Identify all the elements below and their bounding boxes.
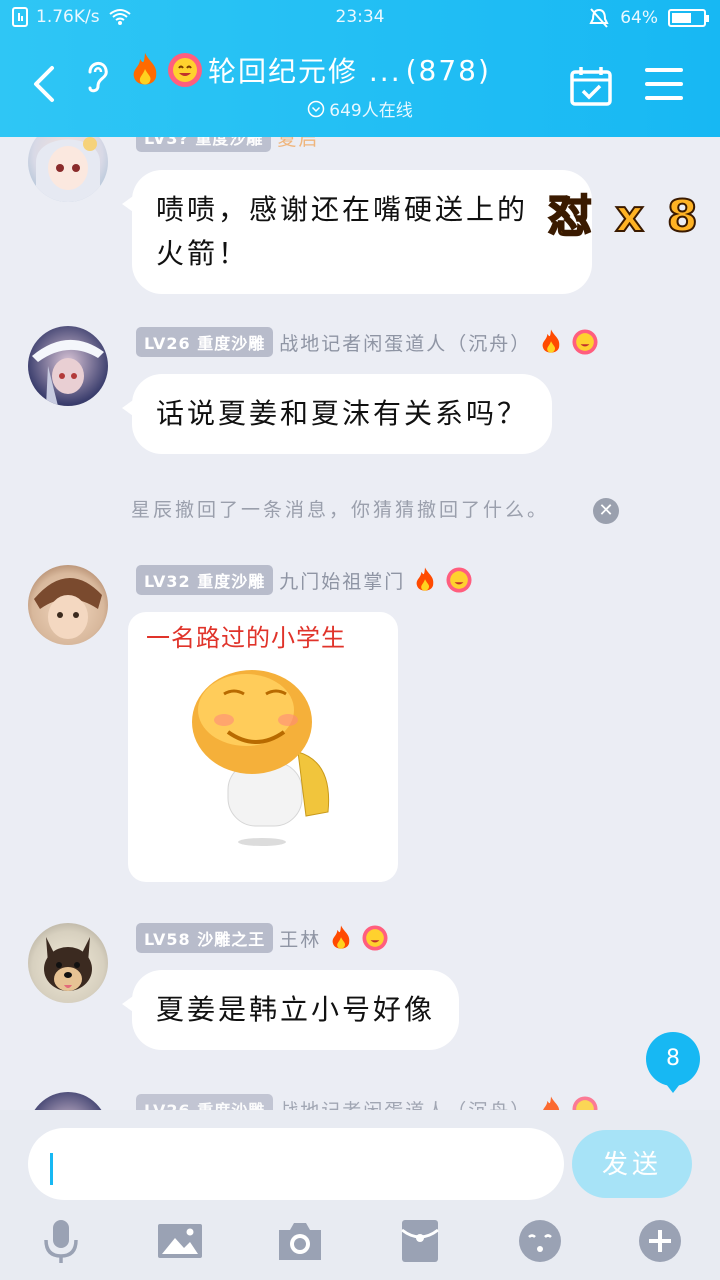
message-bubble[interactable]: 话说夏姜和夏沫有关系吗？ (121, 374, 553, 454)
nav-bar: 轮回纪元修 ... (878) 649人在线 (0, 36, 720, 137)
mic-icon[interactable] (38, 1218, 84, 1264)
unread-count-badge[interactable]: 8 (646, 1032, 700, 1093)
battery-icon (668, 9, 709, 27)
avatar-anime-boy-icon (34, 577, 102, 639)
level-tag: LV58 沙雕之王 (136, 923, 274, 953)
message-text: 夏姜是韩立小号好像 (156, 993, 436, 1026)
message-meta: LV26 重度沙雕 战地记者闲蛋道人（沉舟） (136, 327, 599, 357)
level-tag: LV32 重度沙雕 (136, 565, 274, 595)
camera-icon[interactable] (277, 1218, 323, 1264)
chevron-circle-icon (308, 100, 325, 117)
avatar[interactable] (28, 326, 108, 406)
ear-icon[interactable] (82, 56, 112, 96)
battery-fill (672, 13, 691, 23)
message-bubble[interactable]: 夏姜是韩立小号好像 (121, 970, 460, 1050)
red-packet-icon[interactable] (397, 1218, 443, 1264)
online-status: 649人在线 (0, 96, 720, 121)
fire-icon (133, 53, 157, 85)
message-text: 话说夏姜和夏沫有关系吗？ (156, 397, 529, 430)
status-right: 64% (588, 7, 709, 29)
close-icon[interactable]: ✕ (593, 498, 619, 524)
member-count: (878) (405, 53, 491, 87)
bell-muted-icon (589, 8, 609, 28)
menu-icon[interactable] (645, 68, 683, 102)
plus-icon[interactable] (637, 1218, 683, 1264)
nickname[interactable]: 王林 (279, 925, 321, 952)
message-bubble[interactable]: 啧啧，感谢还在嘴硬送上的 火箭！ (122, 170, 592, 294)
message-meta: LV32 重度沙雕 九门始祖掌门 (136, 565, 473, 595)
smile-flower-icon (362, 925, 388, 951)
avatar[interactable] (28, 923, 108, 1003)
message-text-line: 啧啧，感谢还在嘴硬送上的 (156, 193, 529, 226)
battery-percent: 64% (620, 8, 658, 28)
composer-toolbar (0, 1218, 720, 1268)
combo-badge: 怼 x 8 (547, 180, 702, 244)
avatar[interactable] (28, 565, 108, 645)
sticker-message[interactable]: 一名路过的小学生 (128, 612, 398, 882)
calendar-check-icon[interactable] (570, 66, 612, 106)
group-title[interactable]: 轮回纪元修 ... (878) (128, 50, 491, 90)
message-input[interactable] (28, 1128, 564, 1200)
level-tag: LV26 重度沙雕 (136, 327, 274, 357)
nickname[interactable]: 战地记者闲蛋道人（沉舟） (279, 329, 531, 356)
emoji-icon[interactable] (517, 1218, 563, 1264)
smile-flower-icon (168, 53, 202, 87)
sticker-caption: 一名路过的小学生 (146, 624, 346, 652)
fire-icon (542, 329, 560, 353)
fire-icon (332, 925, 350, 949)
group-name: 轮回纪元修 ... (208, 55, 402, 88)
avatar-dog-icon (44, 937, 92, 991)
send-button[interactable]: 发送 (572, 1130, 692, 1198)
status-bar: 1.76K/s 23:34 64% (0, 0, 720, 36)
message-text-line: 火箭！ (156, 237, 250, 270)
avatar-white-hat-icon (32, 339, 104, 406)
nickname[interactable]: 九门始祖掌门 (279, 567, 405, 594)
smile-flower-icon (446, 567, 472, 593)
combo-text: 怼 x 8 (547, 190, 702, 243)
composer: 发送 (0, 1110, 720, 1280)
fire-icon (416, 567, 434, 591)
image-icon[interactable] (157, 1218, 203, 1264)
smile-flower-icon (572, 329, 598, 355)
online-count: 649人在线 (329, 101, 413, 121)
chat-header: 1.76K/s 23:34 64% 轮回纪元修 ... (878) 649人在线 (0, 0, 720, 137)
message-meta: LV58 沙雕之王 王林 (136, 923, 389, 953)
text-caret (50, 1153, 53, 1185)
